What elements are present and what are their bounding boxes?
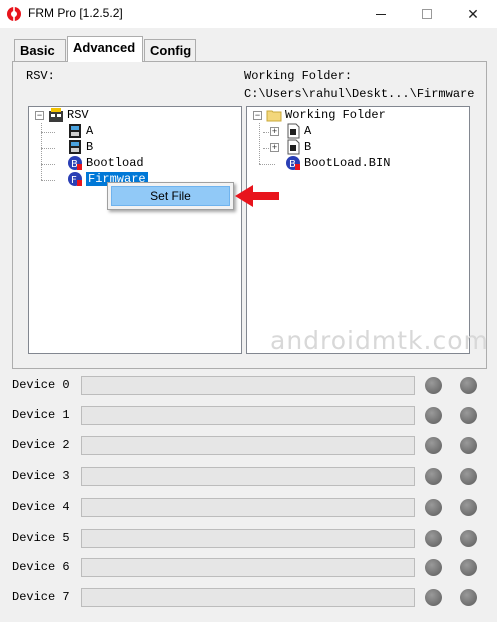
working-folder-path: C:\Users\rahul\Deskt...\Firmware: [244, 87, 475, 101]
status-led-icon: [460, 468, 477, 485]
tree-label: Bootload: [86, 156, 144, 170]
device-progress-bar: [81, 376, 415, 395]
rsv-root-icon: [49, 108, 63, 122]
status-led-icon: [425, 530, 442, 547]
device-progress-bar: [81, 467, 415, 486]
status-led-icon: [425, 499, 442, 516]
tree-label: Working Folder: [285, 108, 386, 122]
expand-toggle[interactable]: +: [270, 143, 279, 152]
expand-toggle[interactable]: +: [270, 127, 279, 136]
status-led-icon: [425, 468, 442, 485]
device-label: Device 6: [12, 560, 70, 574]
device-label: Device 7: [12, 590, 70, 604]
frm-app-icon: [7, 7, 21, 21]
binary-file-icon: [69, 124, 81, 138]
device-label: Device 1: [12, 408, 70, 422]
tree-item-b[interactable]: B: [67, 139, 93, 155]
device-progress-bar: [81, 588, 415, 607]
svg-text:B: B: [289, 159, 296, 170]
device-label: Device 4: [12, 500, 70, 514]
device-label: Device 2: [12, 438, 70, 452]
device-progress-bar: [81, 436, 415, 455]
set-file-menu-item[interactable]: Set File: [111, 186, 230, 206]
firmware-file-icon: F: [68, 172, 82, 186]
minimize-icon: [376, 13, 386, 15]
tree-root-working-folder[interactable]: Working Folder: [266, 107, 386, 123]
tree-item-bootload-bin[interactable]: B BootLoad.BIN: [285, 155, 390, 171]
status-led-icon: [460, 589, 477, 606]
tree-line: [41, 148, 55, 149]
device-row: Device 1: [0, 406, 497, 426]
tree-line: [41, 180, 55, 181]
device-row: Device 2: [0, 436, 497, 456]
collapse-toggle[interactable]: −: [253, 111, 262, 120]
close-icon: ✕: [467, 5, 479, 22]
tab-config[interactable]: Config: [144, 39, 196, 61]
tree-label: B: [304, 140, 312, 154]
status-led-icon: [425, 559, 442, 576]
firmware-file-icon: B: [68, 156, 82, 170]
watermark: androidmtk.com: [270, 326, 489, 355]
device-progress-bar: [81, 529, 415, 548]
working-folder-tree[interactable]: − Working Folder + A + B B BootLoad.BIN: [246, 106, 470, 354]
binary-file-icon: [69, 140, 81, 154]
minimize-button[interactable]: [358, 0, 404, 28]
tree-line: [41, 132, 55, 133]
maximize-button[interactable]: [404, 0, 450, 28]
status-led-icon: [460, 377, 477, 394]
device-label: Device 0: [12, 378, 70, 392]
device-label: Device 3: [12, 469, 70, 483]
collapse-toggle[interactable]: −: [35, 111, 44, 120]
tree-line: [259, 123, 260, 164]
window-title: FRM Pro [1.2.5.2]: [28, 6, 123, 20]
device-row: Device 4: [0, 498, 497, 518]
tab-basic[interactable]: Basic: [14, 39, 66, 61]
device-row: Device 7: [0, 588, 497, 608]
status-led-icon: [425, 589, 442, 606]
status-led-icon: [460, 499, 477, 516]
device-row: Device 3: [0, 467, 497, 487]
device-progress-bar: [81, 406, 415, 425]
firmware-file-icon: B: [286, 156, 300, 170]
svg-text:B: B: [71, 159, 78, 170]
device-row: Device 5: [0, 529, 497, 549]
device-label: Device 5: [12, 531, 70, 545]
status-led-icon: [425, 437, 442, 454]
status-led-icon: [425, 407, 442, 424]
tree-item-bootload[interactable]: B Bootload: [67, 155, 144, 171]
document-icon: [287, 139, 300, 155]
tree-label: A: [86, 124, 94, 138]
status-led-icon: [460, 559, 477, 576]
title-bar: FRM Pro [1.2.5.2] ✕: [0, 0, 497, 28]
tree-label: BootLoad.BIN: [304, 156, 391, 170]
document-icon: [287, 123, 300, 139]
rsv-label: RSV:: [26, 69, 55, 83]
tree-label: B: [86, 140, 94, 154]
device-row: Device 6: [0, 558, 497, 578]
rsv-tree[interactable]: − RSV A B B Bootload F Firmware: [28, 106, 242, 354]
tree-label: A: [304, 124, 312, 138]
tree-line: [41, 164, 55, 165]
arrow-left-icon: [235, 185, 279, 207]
device-row: Device 0: [0, 376, 497, 396]
tree-label: RSV: [67, 108, 89, 122]
maximize-icon: [422, 9, 432, 19]
tab-advanced[interactable]: Advanced: [67, 36, 143, 62]
status-led-icon: [460, 530, 477, 547]
tree-item-b[interactable]: B: [285, 139, 311, 155]
close-button[interactable]: ✕: [450, 0, 496, 28]
tree-item-a[interactable]: A: [285, 123, 311, 139]
status-led-icon: [460, 407, 477, 424]
status-led-icon: [425, 377, 442, 394]
folder-icon: [266, 110, 282, 122]
device-progress-bar: [81, 558, 415, 577]
context-menu: Set File: [107, 182, 234, 210]
device-progress-bar: [81, 498, 415, 517]
tree-root-rsv[interactable]: RSV: [48, 107, 89, 123]
tree-item-a[interactable]: A: [67, 123, 93, 139]
working-folder-label: Working Folder:: [244, 69, 353, 83]
tree-line: [259, 164, 275, 165]
status-led-icon: [460, 437, 477, 454]
svg-text:F: F: [71, 175, 77, 186]
